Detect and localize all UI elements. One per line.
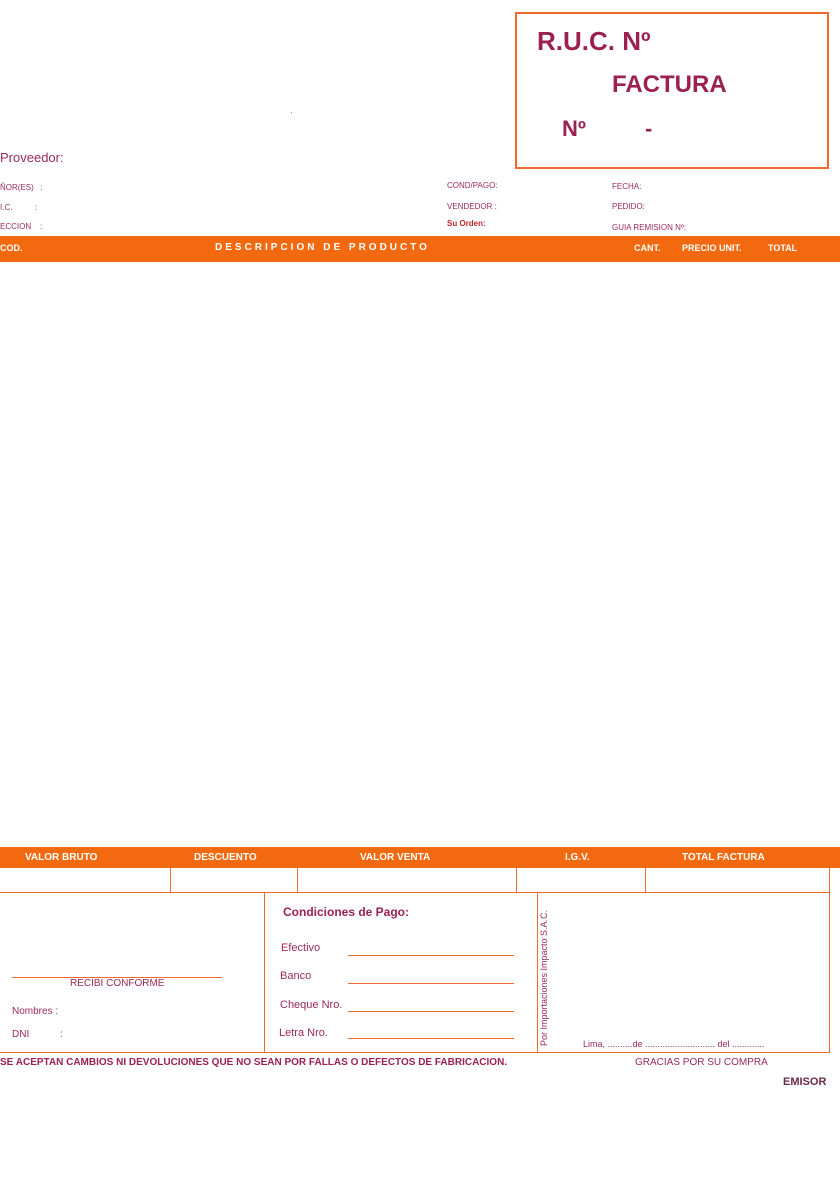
cheque-line <box>348 1011 514 1012</box>
guia-remision-field: GUIA REMISION Nº: <box>612 223 687 232</box>
lower-section <box>0 893 830 1053</box>
descuento-header: DESCUENTO <box>194 852 257 863</box>
senores-field: ÑOR(ES) : <box>0 183 43 192</box>
totals-value-row <box>0 868 830 893</box>
disclaimer-text: SE ACEPTAN CAMBIOS NI DEVOLUCIONES QUE N… <box>0 1057 508 1068</box>
letra-label: Letra Nro. <box>279 1027 328 1039</box>
cheque-label: Cheque Nro. <box>280 999 343 1011</box>
company-vertical-text: Por Importaciones Impacto S.A.C. <box>539 909 549 1046</box>
dni-label: DNI <box>12 1029 30 1040</box>
cond-pago-field: COND/PAGO: <box>447 181 498 190</box>
totals-divider <box>297 868 298 892</box>
gracias-text: GRACIAS POR SU COMPRA <box>635 1057 768 1068</box>
col-total: TOTAL <box>768 243 798 253</box>
banco-line <box>348 983 514 984</box>
ruc-field: I.C. : <box>0 203 37 212</box>
direccion-field: ECCION : <box>0 222 43 231</box>
letra-line <box>348 1038 514 1039</box>
vendedor-field: VENDEDOR : <box>447 202 497 211</box>
efectivo-label: Efectivo <box>281 942 321 954</box>
col-cod: COD. <box>0 243 23 253</box>
efectivo-line <box>348 955 514 956</box>
stray-dot <box>291 112 292 113</box>
totals-divider <box>516 868 517 892</box>
pedido-field: PEDIDO: <box>612 202 645 211</box>
section-divider <box>264 893 265 1052</box>
total-factura-header: TOTAL FACTURA <box>682 852 765 863</box>
totals-divider <box>645 868 646 892</box>
col-cant: CANT. <box>634 243 661 253</box>
invoice-number-dash: - <box>645 116 653 141</box>
lima-date-line: Lima, ..........de .....................… <box>583 1039 765 1049</box>
igv-header: I.G.V. <box>565 852 590 863</box>
section-divider <box>537 893 538 1052</box>
recibi-conforme-label: RECIBI CONFORME <box>70 978 165 989</box>
valor-bruto-header: VALOR BRUTO <box>25 852 98 863</box>
valor-venta-header: VALOR VENTA <box>360 852 431 863</box>
totals-divider <box>170 868 171 892</box>
fecha-field: FECHA: <box>612 182 642 191</box>
banco-label: Banco <box>280 970 312 982</box>
invoice-number-label: Nº <box>562 116 586 141</box>
invoice-title: FACTURA <box>612 71 727 98</box>
emisor-label: EMISOR <box>783 1076 827 1088</box>
items-header-bar: COD. DESCRIPCION DE PRODUCTO CANT. PRECI… <box>0 236 840 262</box>
col-descripcion: DESCRIPCION DE PRODUCTO <box>215 242 430 253</box>
su-orden-field: Su Orden: <box>447 219 486 228</box>
nombres-label: Nombres : <box>12 1006 59 1017</box>
proveedor-label: Proveedor: <box>0 150 64 165</box>
ruc-label: R.U.C. Nº <box>537 26 651 56</box>
col-precio-unit: PRECIO UNIT. <box>682 243 742 253</box>
condiciones-title: Condiciones de Pago: <box>283 905 410 919</box>
dni-colon: : <box>60 1029 63 1040</box>
totals-header-bar: VALOR BRUTO DESCUENTO VALOR VENTA I.G.V.… <box>0 847 840 868</box>
